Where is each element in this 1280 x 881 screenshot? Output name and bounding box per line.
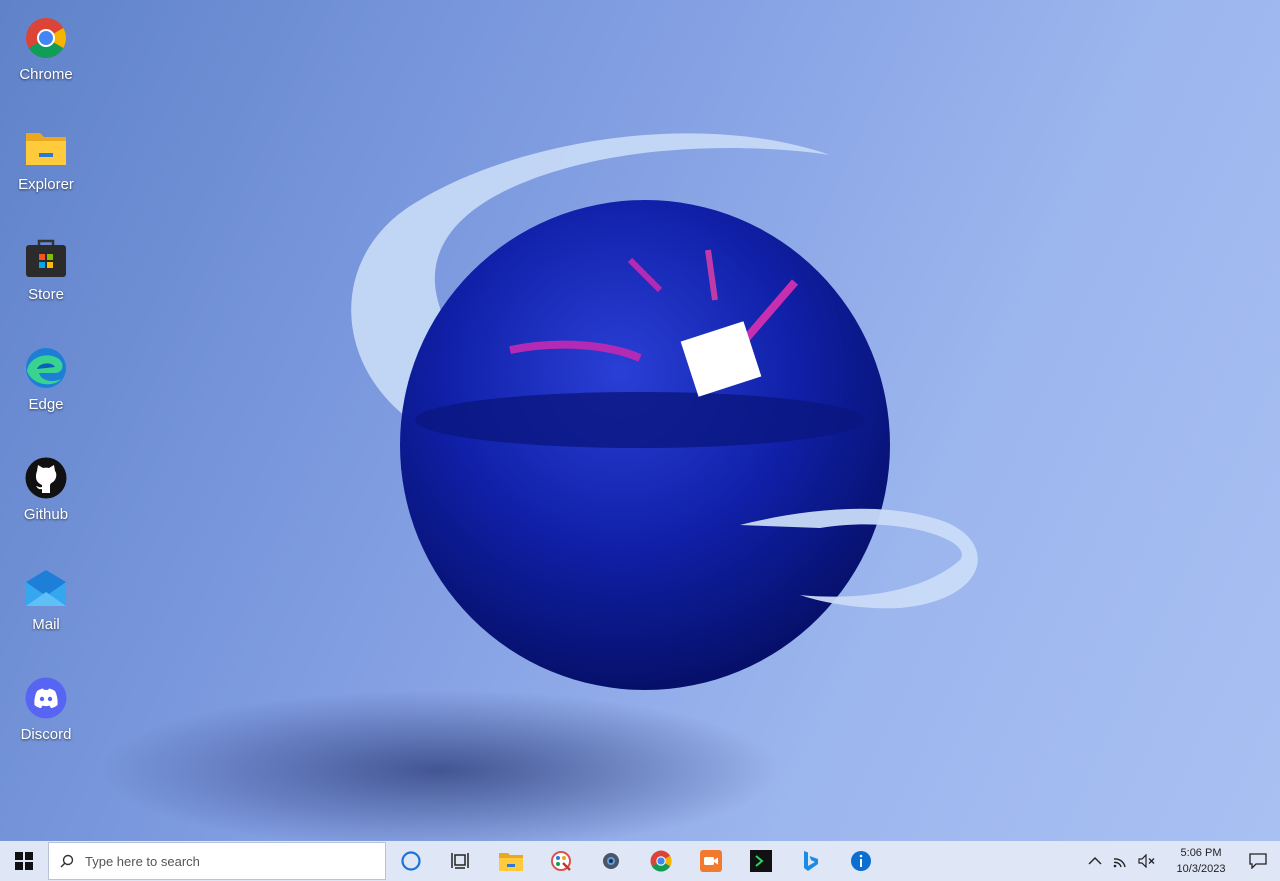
folder-icon bbox=[24, 126, 68, 170]
show-hidden-icons-button[interactable] bbox=[1082, 841, 1108, 881]
clock-date: 10/3/2023 bbox=[1176, 863, 1226, 875]
taskbar-file-explorer[interactable] bbox=[486, 841, 536, 881]
mail-icon bbox=[24, 566, 68, 610]
camera-icon bbox=[700, 850, 722, 872]
paint-icon bbox=[551, 851, 571, 871]
chevron-up-icon bbox=[1088, 857, 1102, 865]
cortana-button[interactable] bbox=[386, 841, 436, 881]
network-button[interactable] bbox=[1108, 841, 1134, 881]
bing-icon bbox=[804, 851, 818, 871]
wallpaper-image bbox=[100, 133, 978, 841]
github-icon bbox=[24, 456, 68, 500]
desktop-icon-label: Chrome bbox=[19, 66, 73, 83]
desktop-icon-label: Explorer bbox=[18, 176, 74, 193]
task-view-button[interactable] bbox=[436, 841, 486, 881]
terminal-icon bbox=[750, 850, 772, 872]
desktop-icon-discord[interactable]: Discord bbox=[0, 662, 92, 758]
taskbar-paint[interactable] bbox=[536, 841, 586, 881]
info-icon bbox=[851, 851, 871, 871]
store-icon bbox=[24, 236, 68, 280]
volume-button[interactable] bbox=[1134, 841, 1160, 881]
taskbar-terminal[interactable] bbox=[736, 841, 786, 881]
notification-center-button[interactable] bbox=[1236, 841, 1280, 881]
search-placeholder: Type here to search bbox=[85, 853, 200, 869]
clock[interactable]: 5:06 PM 10/3/2023 bbox=[1166, 845, 1236, 877]
chrome-icon bbox=[24, 16, 68, 60]
notification-icon bbox=[1249, 853, 1267, 869]
cortana-icon bbox=[401, 851, 421, 871]
taskbar: Type here to search 5:06 PM 10/3/2023 bbox=[0, 841, 1280, 881]
desktop: Chrome Explorer Store Edge Github Mail D… bbox=[0, 0, 1280, 841]
task-view-icon bbox=[451, 853, 469, 869]
discord-icon bbox=[24, 676, 68, 720]
taskbar-chrome[interactable] bbox=[636, 841, 686, 881]
desktop-icon-explorer[interactable]: Explorer bbox=[0, 112, 92, 208]
taskbar-bing[interactable] bbox=[786, 841, 836, 881]
taskbar-camera[interactable] bbox=[686, 841, 736, 881]
edge-icon bbox=[24, 346, 68, 390]
taskbar-search-box[interactable]: Type here to search bbox=[48, 842, 386, 880]
volume-muted-icon bbox=[1138, 854, 1155, 868]
desktop-icon-github[interactable]: Github bbox=[0, 442, 92, 538]
desktop-icon-edge[interactable]: Edge bbox=[0, 332, 92, 428]
desktop-icon-label: Edge bbox=[28, 396, 64, 413]
settings-icon bbox=[603, 853, 619, 869]
taskbar-settings[interactable] bbox=[586, 841, 636, 881]
system-tray: 5:06 PM 10/3/2023 bbox=[1082, 841, 1280, 881]
clock-time: 5:06 PM bbox=[1180, 847, 1222, 859]
file-explorer-icon bbox=[499, 853, 523, 871]
search-icon bbox=[49, 854, 85, 868]
desktop-icon-label: Mail bbox=[32, 616, 60, 633]
desktop-icon-label: Github bbox=[23, 506, 69, 523]
desktop-icon-chrome[interactable]: Chrome bbox=[0, 2, 92, 98]
network-icon bbox=[1113, 858, 1126, 868]
desktop-icon-label: Discord bbox=[20, 726, 72, 743]
desktop-icon-mail[interactable]: Mail bbox=[0, 552, 92, 648]
chrome-icon bbox=[650, 850, 672, 872]
windows-logo-icon bbox=[15, 852, 33, 870]
desktop-icon-store[interactable]: Store bbox=[0, 222, 92, 318]
taskbar-info[interactable] bbox=[836, 841, 886, 881]
start-button[interactable] bbox=[0, 841, 48, 881]
desktop-icon-label: Store bbox=[28, 286, 64, 303]
